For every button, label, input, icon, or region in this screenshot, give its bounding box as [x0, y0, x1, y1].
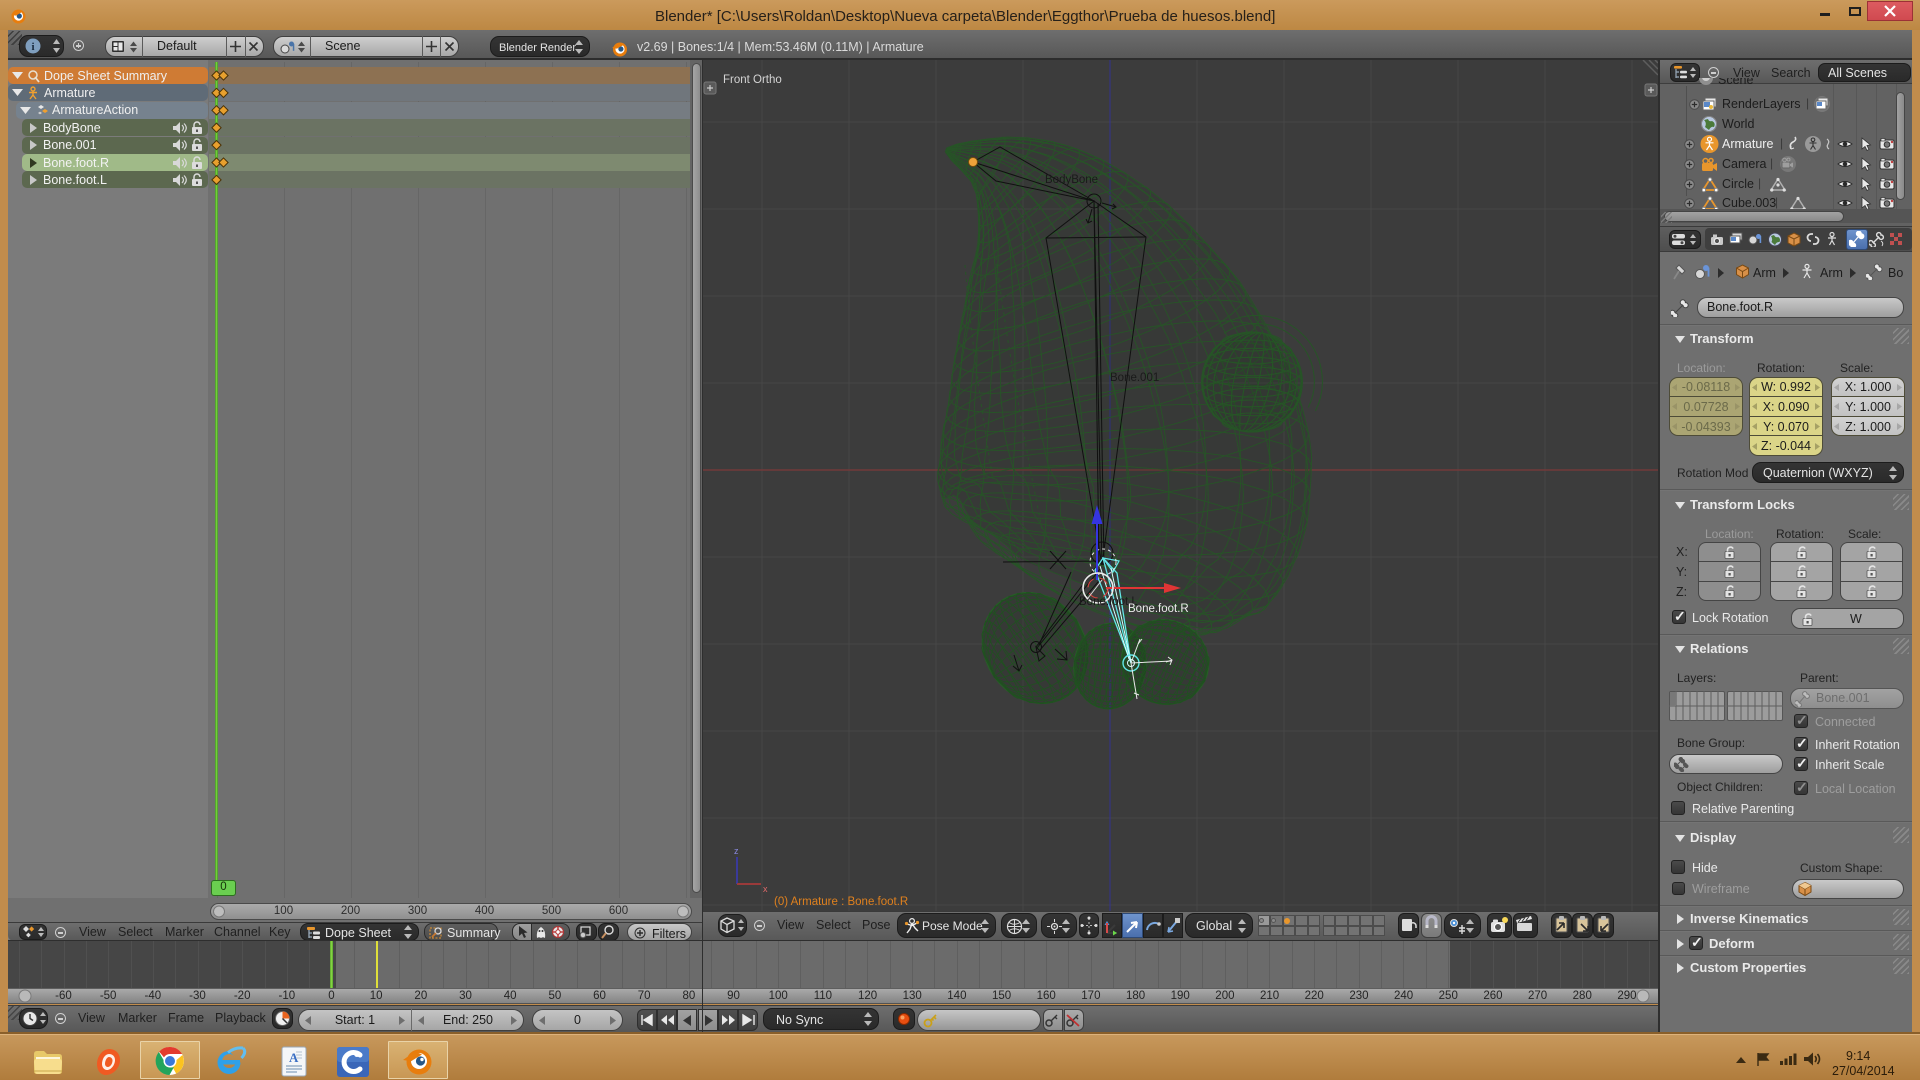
svg-text:z: z	[734, 846, 739, 856]
svg-text:x: x	[763, 884, 768, 894]
svg-text:Scene: Scene	[1718, 78, 1753, 86]
svg-text:Bone.foot.R: Bone.foot.R	[1128, 603, 1189, 615]
svg-text:Bone.001: Bone.001	[1110, 372, 1159, 384]
svg-text:i: i	[31, 41, 34, 53]
svg-text:BodyBone: BodyBone	[1045, 174, 1098, 186]
svg-text:(0) Armature : Bone.foot.R: (0) Armature : Bone.foot.R	[774, 896, 908, 908]
svg-text:Front Ortho: Front Ortho	[723, 74, 782, 86]
